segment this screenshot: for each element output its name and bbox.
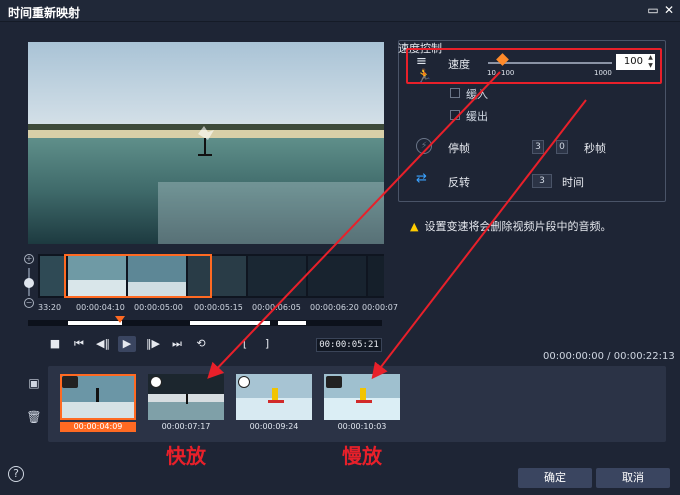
annotation-arrows <box>207 71 587 380</box>
cancel-button[interactable]: 取消 <box>596 468 670 488</box>
ok-button[interactable]: 确定 <box>518 468 592 488</box>
fast-annotation: 快放 <box>166 444 206 468</box>
slow-arrow <box>371 99 587 380</box>
fast-arrow <box>207 71 501 379</box>
slow-annotation: 慢放 <box>342 444 382 468</box>
help-icon[interactable]: ? <box>8 466 24 482</box>
